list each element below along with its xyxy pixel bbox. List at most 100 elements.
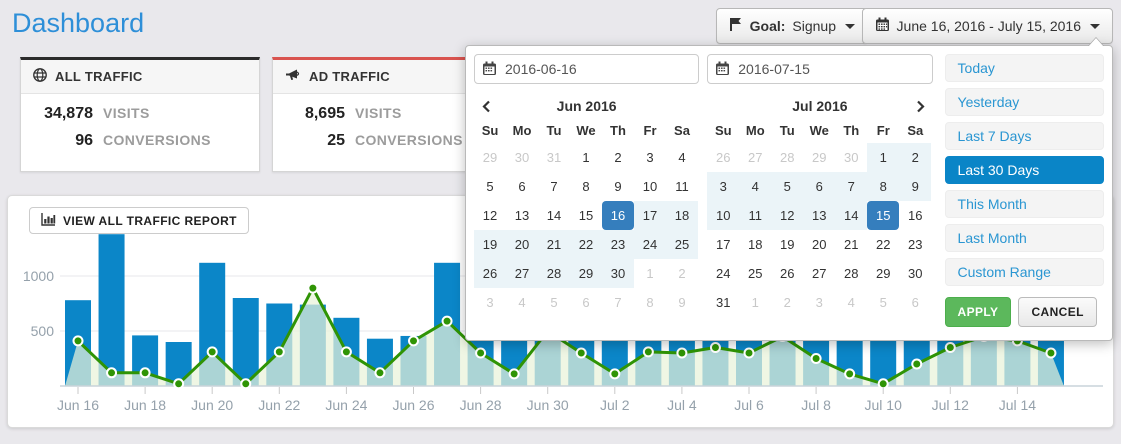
- day-cell[interactable]: 9: [602, 172, 634, 201]
- data-point[interactable]: [275, 347, 284, 356]
- range-item-last-7-days[interactable]: Last 7 Days: [945, 122, 1104, 150]
- day-cell[interactable]: 26: [771, 259, 803, 288]
- day-cell[interactable]: 2: [602, 143, 634, 172]
- day-cell[interactable]: 6: [803, 172, 835, 201]
- data-point[interactable]: [74, 336, 83, 345]
- day-cell[interactable]: 2: [899, 143, 931, 172]
- day-cell[interactable]: 8: [570, 172, 602, 201]
- date-range-button[interactable]: June 16, 2016 - July 15, 2016: [862, 8, 1113, 44]
- day-cell[interactable]: 23: [602, 230, 634, 259]
- day-cell[interactable]: 6: [570, 288, 602, 317]
- day-cell[interactable]: 22: [570, 230, 602, 259]
- day-cell[interactable]: 2: [666, 259, 698, 288]
- data-point[interactable]: [879, 379, 888, 388]
- day-cell[interactable]: 19: [771, 230, 803, 259]
- day-cell[interactable]: 13: [803, 201, 835, 230]
- view-all-traffic-report-button[interactable]: VIEW ALL TRAFFIC REPORT: [29, 207, 249, 234]
- day-cell[interactable]: 1: [634, 259, 666, 288]
- day-cell[interactable]: 5: [538, 288, 570, 317]
- range-item-last-30-days[interactable]: Last 30 Days: [945, 156, 1104, 184]
- day-cell[interactable]: 3: [634, 143, 666, 172]
- day-cell[interactable]: 2: [771, 288, 803, 317]
- day-cell[interactable]: 25: [739, 259, 771, 288]
- range-item-this-month[interactable]: This Month: [945, 190, 1104, 218]
- data-point[interactable]: [476, 349, 485, 358]
- day-cell[interactable]: 8: [867, 172, 899, 201]
- data-point[interactable]: [107, 368, 116, 377]
- data-point[interactable]: [745, 349, 754, 358]
- day-cell[interactable]: 15: [570, 201, 602, 230]
- day-cell[interactable]: 3: [803, 288, 835, 317]
- apply-button[interactable]: APPLY: [945, 297, 1012, 327]
- day-cell[interactable]: 23: [899, 230, 931, 259]
- data-point[interactable]: [812, 354, 821, 363]
- day-cell[interactable]: 9: [666, 288, 698, 317]
- day-cell[interactable]: 7: [602, 288, 634, 317]
- data-point[interactable]: [443, 317, 452, 326]
- data-point[interactable]: [711, 343, 720, 352]
- data-point[interactable]: [208, 347, 217, 356]
- day-cell[interactable]: 29: [474, 143, 506, 172]
- day-cell[interactable]: 30: [835, 143, 867, 172]
- day-cell[interactable]: 1: [867, 143, 899, 172]
- day-cell[interactable]: 16: [899, 201, 931, 230]
- day-cell[interactable]: 11: [666, 172, 698, 201]
- data-point[interactable]: [241, 379, 250, 388]
- day-cell[interactable]: 31: [538, 143, 570, 172]
- day-cell[interactable]: 4: [506, 288, 538, 317]
- day-cell[interactable]: 21: [538, 230, 570, 259]
- day-cell[interactable]: 5: [867, 288, 899, 317]
- day-cell[interactable]: 11: [739, 201, 771, 230]
- day-cell[interactable]: 28: [771, 143, 803, 172]
- data-point[interactable]: [141, 368, 150, 377]
- data-point[interactable]: [342, 347, 351, 356]
- data-point[interactable]: [1046, 349, 1055, 358]
- day-cell[interactable]: 5: [474, 172, 506, 201]
- range-item-custom-range[interactable]: Custom Range: [945, 258, 1104, 286]
- day-cell[interactable]: 12: [474, 201, 506, 230]
- start-date-input[interactable]: [474, 54, 699, 84]
- day-cell[interactable]: 1: [739, 288, 771, 317]
- day-cell[interactable]: 21: [835, 230, 867, 259]
- day-cell[interactable]: 22: [867, 230, 899, 259]
- range-item-yesterday[interactable]: Yesterday: [945, 88, 1104, 116]
- day-cell[interactable]: 8: [634, 288, 666, 317]
- day-cell[interactable]: 16: [602, 201, 634, 230]
- day-cell[interactable]: 10: [634, 172, 666, 201]
- day-cell[interactable]: 3: [707, 172, 739, 201]
- day-cell[interactable]: 18: [666, 201, 698, 230]
- day-cell[interactable]: 12: [771, 201, 803, 230]
- day-cell[interactable]: 25: [666, 230, 698, 259]
- day-cell[interactable]: 24: [634, 230, 666, 259]
- day-cell[interactable]: 27: [739, 143, 771, 172]
- day-cell[interactable]: 3: [474, 288, 506, 317]
- day-cell[interactable]: 7: [835, 172, 867, 201]
- day-cell[interactable]: 30: [506, 143, 538, 172]
- day-cell[interactable]: 1: [570, 143, 602, 172]
- day-cell[interactable]: 19: [474, 230, 506, 259]
- data-point[interactable]: [610, 369, 619, 378]
- day-cell[interactable]: 4: [739, 172, 771, 201]
- day-cell[interactable]: 27: [803, 259, 835, 288]
- range-item-today[interactable]: Today: [945, 54, 1104, 82]
- day-cell[interactable]: 28: [835, 259, 867, 288]
- data-point[interactable]: [912, 360, 921, 369]
- range-item-last-month[interactable]: Last Month: [945, 224, 1104, 252]
- goal-button[interactable]: Goal: Signup: [716, 8, 868, 44]
- day-cell[interactable]: 30: [602, 259, 634, 288]
- day-cell[interactable]: 17: [634, 201, 666, 230]
- data-point[interactable]: [409, 336, 418, 345]
- day-cell[interactable]: 13: [506, 201, 538, 230]
- day-cell[interactable]: 4: [666, 143, 698, 172]
- day-cell[interactable]: 15: [867, 201, 899, 230]
- day-cell[interactable]: 6: [899, 288, 931, 317]
- day-cell[interactable]: 29: [570, 259, 602, 288]
- data-point[interactable]: [946, 343, 955, 352]
- day-cell[interactable]: 5: [771, 172, 803, 201]
- data-point[interactable]: [577, 349, 586, 358]
- day-cell[interactable]: 29: [867, 259, 899, 288]
- day-cell[interactable]: 9: [899, 172, 931, 201]
- data-point[interactable]: [644, 347, 653, 356]
- day-cell[interactable]: 10: [707, 201, 739, 230]
- day-cell[interactable]: 20: [803, 230, 835, 259]
